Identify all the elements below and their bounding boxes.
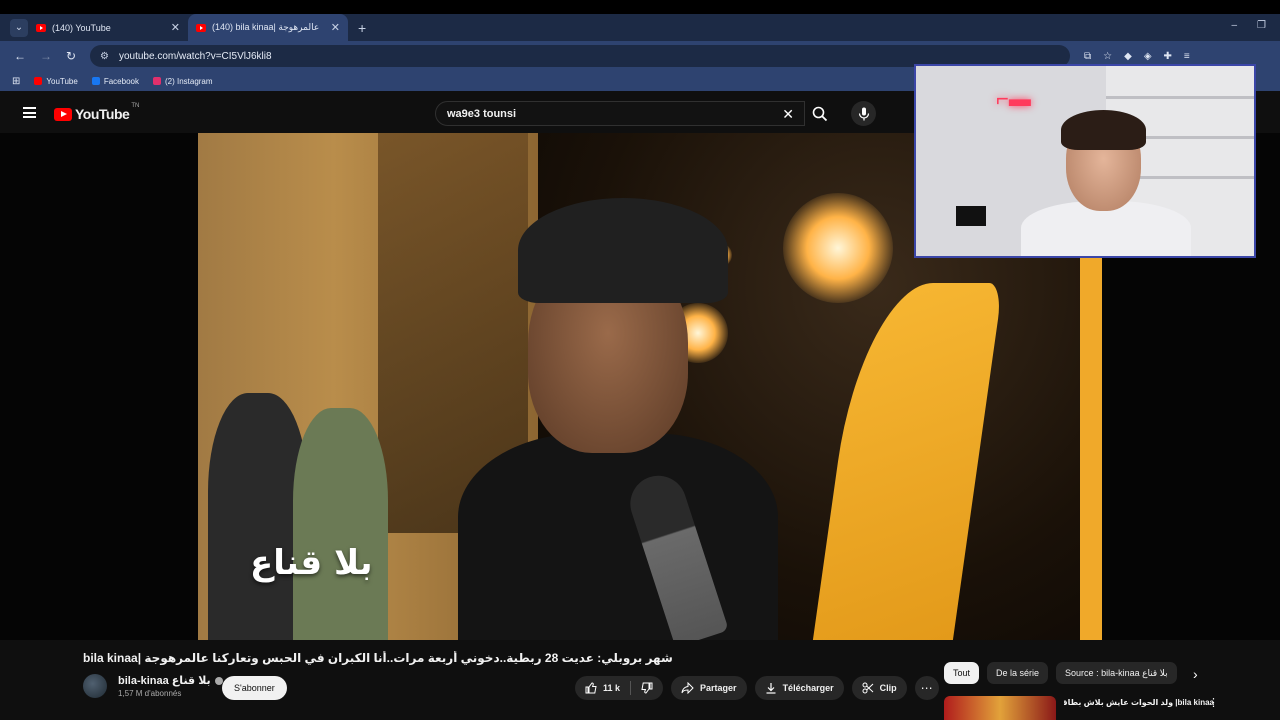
restore-icon[interactable]: ❐ — [1257, 20, 1266, 31]
youtube-favicon-icon — [36, 23, 46, 32]
chip-source[interactable]: Source : bila-kinaa بلا قناع — [1056, 662, 1177, 684]
install-app-icon[interactable]: ⧉ — [1084, 51, 1091, 62]
bookmark-label: (2) Instagram — [164, 76, 213, 86]
close-tab-icon[interactable]: ✕ — [171, 21, 180, 34]
youtube-logo[interactable]: YouTube TN — [54, 103, 140, 122]
bookmark-instagram[interactable]: (2) Instagram — [152, 76, 213, 86]
streamer-webcam-overlay: ⌐▬ — [914, 64, 1256, 258]
download-label: Télécharger — [782, 683, 834, 693]
bookmark-label: Facebook — [103, 76, 139, 86]
site-info-icon[interactable]: ⚙ — [100, 51, 109, 62]
url-text: youtube.com/watch?v=CI5VlJ6kli8 — [118, 50, 272, 62]
desk-item — [956, 206, 986, 226]
region-code: TN — [131, 103, 140, 109]
screen-top-border — [0, 0, 1280, 14]
scissors-icon — [862, 682, 873, 694]
recommended-video[interactable]: bila kinaa| ولد الحوات عايش بلاش بطاقة ⋮ — [944, 696, 1274, 720]
voice-search-button[interactable] — [851, 101, 876, 126]
back-arrow-icon[interactable]: ← — [14, 49, 26, 63]
tab-video[interactable]: (140) bila kinaa| عالمرهوجة ✕ — [188, 14, 348, 41]
microphone-icon — [858, 107, 869, 120]
download-button[interactable]: Télécharger — [754, 676, 844, 700]
facebook-icon — [91, 77, 100, 85]
search-button[interactable] — [804, 101, 836, 126]
reload-icon[interactable]: ↻ — [66, 49, 78, 63]
youtube-favicon-icon — [196, 23, 206, 32]
tab-title: (140) YouTube — [52, 22, 111, 33]
chip-all[interactable]: Tout — [944, 662, 980, 684]
like-button[interactable]: 11 k — [575, 676, 630, 700]
window-controls: – ❐ — [1231, 20, 1266, 31]
tab-title: (140) bila kinaa| عالمرهوجة — [212, 22, 320, 32]
video-title: شهر بروبلي: عديت 28 ربطية..دخوني أربعة م… — [83, 651, 673, 665]
channel-avatar[interactable] — [83, 674, 107, 698]
recommended-title[interactable]: bila kinaa| ولد الحوات عايش بلاش بطاقة — [1064, 698, 1214, 707]
bookmark-youtube[interactable]: YouTube — [34, 76, 78, 86]
search-query: wa9e3 tounsi — [447, 107, 517, 120]
more-vertical-icon[interactable]: ⋮ — [1208, 696, 1219, 709]
clip-button[interactable]: Clip — [851, 676, 907, 700]
share-button[interactable]: Partager — [671, 676, 747, 700]
channel-name[interactable]: bila-kinaa بلا قناع — [118, 674, 211, 687]
menu-icon[interactable] — [23, 107, 36, 118]
download-icon — [766, 683, 776, 694]
share-label: Partager — [700, 683, 737, 693]
thumbs-up-icon — [585, 682, 597, 694]
recommendation-chips: Tout De la série Source : bila-kinaa بلا… — [944, 662, 1177, 684]
bookmark-star-icon[interactable]: ☆ — [1103, 51, 1112, 62]
extension-icon[interactable]: ◆ — [1124, 51, 1132, 62]
instagram-icon — [152, 77, 161, 85]
dislike-button[interactable] — [631, 676, 663, 700]
like-dislike-group: 11 k — [575, 676, 664, 700]
subscriber-count: 1,57 M d'abonnés — [118, 689, 182, 698]
new-tab-button[interactable]: + — [358, 20, 366, 36]
clear-search-icon[interactable]: ✕ — [782, 106, 794, 123]
search-icon — [812, 106, 828, 121]
bystander — [293, 408, 388, 640]
more-actions-button[interactable]: ⋯ — [914, 676, 939, 700]
tab-search-button[interactable]: ⌄ — [10, 18, 28, 37]
subscribe-button[interactable]: S'abonner — [222, 676, 287, 700]
puzzle-icon[interactable]: ✚ — [1164, 51, 1172, 62]
minimize-icon[interactable]: – — [1231, 20, 1237, 31]
youtube-play-icon — [54, 107, 72, 121]
bookmark-facebook[interactable]: Facebook — [91, 76, 139, 86]
yellow-banner-edge — [1080, 253, 1102, 640]
streamer — [1021, 110, 1191, 256]
neon-sign-icon: ⌐▬ — [996, 86, 1031, 111]
browser-tab-strip: ⌄ (140) YouTube ✕ (140) bila kinaa| عالم… — [0, 14, 1280, 41]
like-count: 11 k — [603, 683, 621, 693]
video-info-section: شهر بروبلي: عديت 28 ربطية..دخوني أربعة م… — [0, 640, 1280, 720]
search-input[interactable]: wa9e3 tounsi ✕ — [435, 101, 805, 126]
forward-arrow-icon[interactable]: → — [40, 49, 52, 63]
chip-series[interactable]: De la série — [987, 662, 1049, 684]
extension-icon[interactable]: ◈ — [1144, 51, 1152, 62]
thumbs-down-icon — [641, 682, 653, 694]
reading-list-icon[interactable]: ≡ — [1184, 51, 1190, 62]
apps-grid-icon[interactable]: ⊞ — [12, 76, 20, 87]
channel-info: bila-kinaa بلا قناع 1,57 M d'abonnés — [83, 674, 223, 698]
logo-text: YouTube — [75, 106, 130, 122]
video-overlay-logo: بلا قناع — [250, 543, 373, 583]
tab-youtube-home[interactable]: (140) YouTube ✕ — [28, 14, 188, 41]
chevron-right-icon[interactable]: › — [1193, 666, 1198, 682]
clip-label: Clip — [879, 683, 897, 693]
video-thumbnail[interactable] — [944, 696, 1056, 720]
video-actions: 11 k Partager Télécharger Clip ⋯ — [575, 676, 939, 700]
verified-icon — [214, 676, 223, 685]
bookmark-label: YouTube — [46, 76, 78, 86]
youtube-icon — [34, 77, 43, 85]
more-horizontal-icon: ⋯ — [920, 681, 933, 695]
interviewee — [458, 163, 818, 640]
close-tab-icon[interactable]: ✕ — [331, 21, 340, 34]
extensions-area: ⧉ ☆ ◆ ◈ ✚ ≡ — [1084, 51, 1190, 62]
share-icon — [681, 682, 694, 694]
